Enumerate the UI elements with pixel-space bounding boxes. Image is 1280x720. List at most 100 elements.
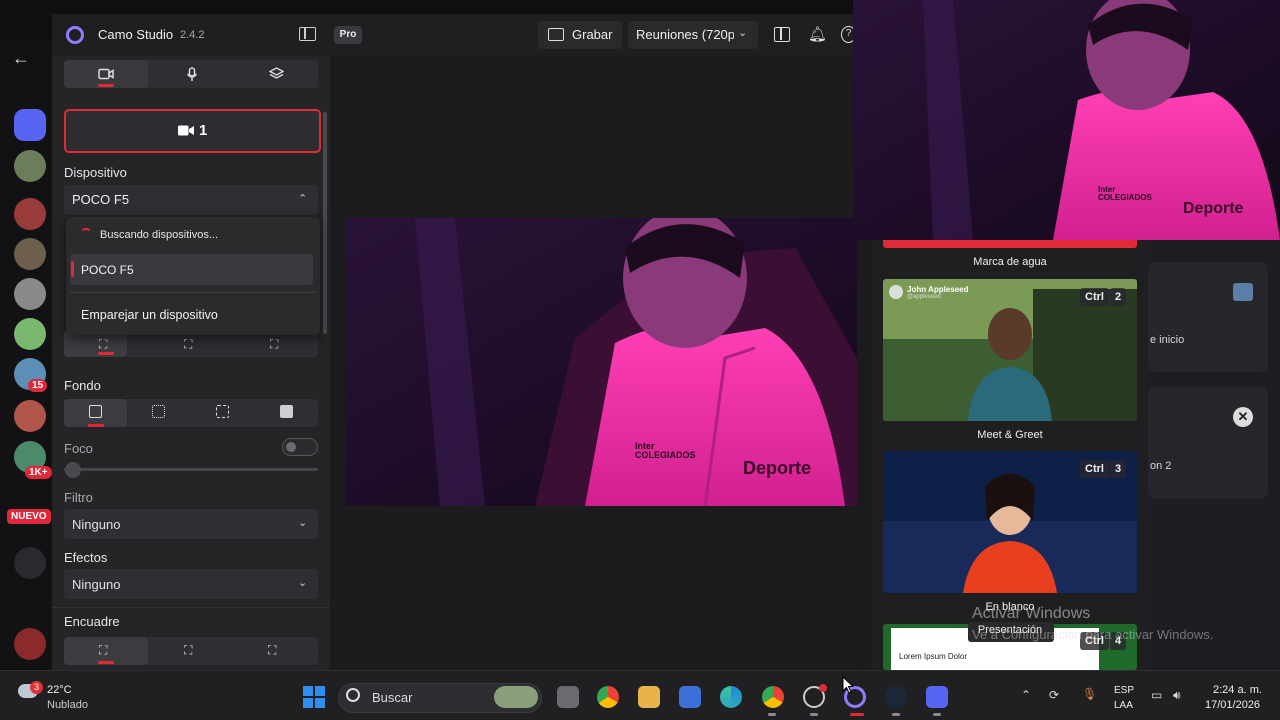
record-label: Grabar [572, 27, 613, 42]
network-icon[interactable]: ▭ [1151, 688, 1162, 702]
framing-manual-icon[interactable]: ⛶ [99, 643, 107, 658]
activation-watermark-subtitle: Ve a Configuración para activar Windows. [972, 627, 1214, 642]
server-avatar[interactable] [14, 238, 46, 270]
user-avatar[interactable] [14, 628, 46, 660]
background-card[interactable] [1148, 262, 1268, 372]
background-none-icon[interactable] [89, 405, 102, 418]
focus-toggle-knob [286, 442, 296, 452]
discord-home-icon[interactable] [14, 109, 46, 141]
bell-icon[interactable]: 🔔︎ [808, 25, 827, 43]
shirt-logo: Inter COLEGIADOS [1098, 186, 1152, 202]
chrome-profile-icon[interactable] [762, 686, 784, 708]
new-badge: NUEVO [7, 509, 51, 524]
server-avatar[interactable] [14, 150, 46, 182]
taskbar-search-label: Buscar [372, 690, 413, 705]
lens-tele-icon[interactable]: ⛶ [270, 337, 278, 352]
edge-icon[interactable] [720, 686, 742, 708]
overlay-caption: Marca de agua [973, 256, 1047, 268]
pair-device-option[interactable]: Emparejar un dispositivo [81, 308, 218, 322]
running-indicator [810, 713, 818, 716]
panel-scrollbar[interactable] [323, 112, 327, 334]
file-explorer-icon[interactable] [638, 686, 660, 708]
task-view-icon[interactable] [557, 686, 579, 708]
effects-select-value: Ninguno [72, 577, 121, 592]
weather-alert-badge: 3 [30, 681, 43, 694]
chevron-down-icon: ⌄ [738, 27, 748, 39]
pro-badge[interactable]: Pro [334, 26, 362, 44]
chrome-icon[interactable] [597, 686, 619, 708]
device-option-label: POCO F5 [81, 263, 134, 277]
framing-follow-icon[interactable]: ⛶ [268, 643, 276, 658]
slide-text: Lorem Ipsum Dolor [899, 652, 968, 661]
rss-icon[interactable] [14, 547, 46, 579]
overlay-watermark-thumbnail[interactable] [883, 240, 1137, 248]
selected-option-indicator [71, 261, 74, 277]
weather-description[interactable]: Nublado [47, 699, 88, 711]
server-avatar[interactable] [14, 318, 46, 350]
background-replace-icon[interactable] [280, 405, 293, 418]
background-section-title: Fondo [64, 378, 101, 393]
language-indicator[interactable]: ESP [1114, 685, 1134, 696]
searching-devices-text: Buscando dispositivos... [100, 229, 219, 241]
chevron-up-icon[interactable]: ⌃ [1021, 688, 1031, 702]
lens-main-icon[interactable]: ⛶ [184, 337, 192, 352]
camera-icon [98, 68, 114, 80]
microphone-icon [186, 67, 198, 81]
pip-camera-view: Inter COLEGIADOS Deporte [853, 0, 1280, 240]
discord-taskbar-icon[interactable] [926, 686, 948, 708]
background-card[interactable] [1148, 387, 1268, 499]
shortcut-number-badge: 3 [1110, 460, 1127, 478]
layers-icon [268, 67, 284, 79]
microsoft-store-icon[interactable] [679, 686, 701, 708]
framing-center-icon[interactable]: ⛶ [184, 643, 192, 658]
tab-layers[interactable] [234, 60, 318, 88]
device-section-title: Dispositivo [64, 165, 127, 180]
running-indicator [768, 713, 776, 716]
back-arrow-icon[interactable]: ← [12, 48, 30, 69]
focus-slider-thumb[interactable] [65, 462, 81, 478]
mouse-cursor-icon [842, 676, 854, 694]
clock-time[interactable]: 2:24 a. m. [1213, 684, 1262, 696]
effects-section-title: Efectos [64, 550, 108, 565]
app-name: Camo Studio [98, 27, 174, 42]
device-select-value: POCO F5 [72, 192, 130, 207]
shirt-logo: Inter COLEGIADOS [635, 442, 696, 460]
filter-select-value: Ninguno [72, 517, 121, 532]
sidebar-toggle-icon[interactable] [299, 27, 316, 41]
clock-date[interactable]: 17/01/2026 [1205, 699, 1260, 711]
background-card-text: on 2 [1150, 460, 1172, 472]
shirt-logo-bottom: COLEGIADOS [1098, 193, 1152, 202]
tab-audio[interactable] [150, 60, 234, 88]
lens-wide-icon[interactable]: ⛶ [99, 337, 107, 352]
camera-number: 1 [199, 122, 208, 139]
windows-start-icon[interactable] [303, 686, 325, 708]
shirt-text: Deporte [1183, 200, 1244, 217]
dropdown-divider [70, 292, 316, 293]
steam-icon[interactable] [885, 686, 907, 708]
focus-slider-track[interactable] [64, 468, 318, 471]
layout-columns-icon[interactable] [774, 27, 790, 42]
server-avatar[interactable] [14, 278, 46, 310]
active-tab-indicator [98, 84, 114, 87]
camera-preview: Inter COLEGIADOS Deporte [345, 218, 857, 506]
loading-spinner-icon [80, 228, 92, 240]
background-card-text: e inicio [1150, 334, 1185, 346]
server-avatar[interactable] [14, 400, 46, 432]
search-highlight-image [494, 686, 538, 708]
background-blur-icon[interactable] [152, 405, 165, 418]
active-option-indicator [98, 352, 114, 355]
active-option-indicator [88, 424, 104, 427]
unread-badge: 15 [28, 379, 48, 392]
focus-label: Foco [64, 441, 93, 456]
keyboard-layout-indicator[interactable]: LAA [1114, 700, 1133, 711]
overlay-card-name: John Appleseed [907, 285, 969, 294]
server-avatar[interactable] [14, 198, 46, 230]
background-remove-icon[interactable] [216, 405, 229, 418]
chevron-up-icon: ⌃ [298, 193, 308, 205]
microphone-tray-icon[interactable]: 🎙︎ [1082, 687, 1097, 701]
resolution-label: Reuniones (720p [636, 27, 734, 42]
weather-temperature[interactable]: 22°C [47, 684, 72, 696]
volume-icon[interactable]: 🔊︎ [1173, 688, 1181, 703]
sync-icon[interactable]: ⟳ [1049, 688, 1059, 702]
shirt-logo-bottom: COLEGIADOS [635, 450, 696, 460]
